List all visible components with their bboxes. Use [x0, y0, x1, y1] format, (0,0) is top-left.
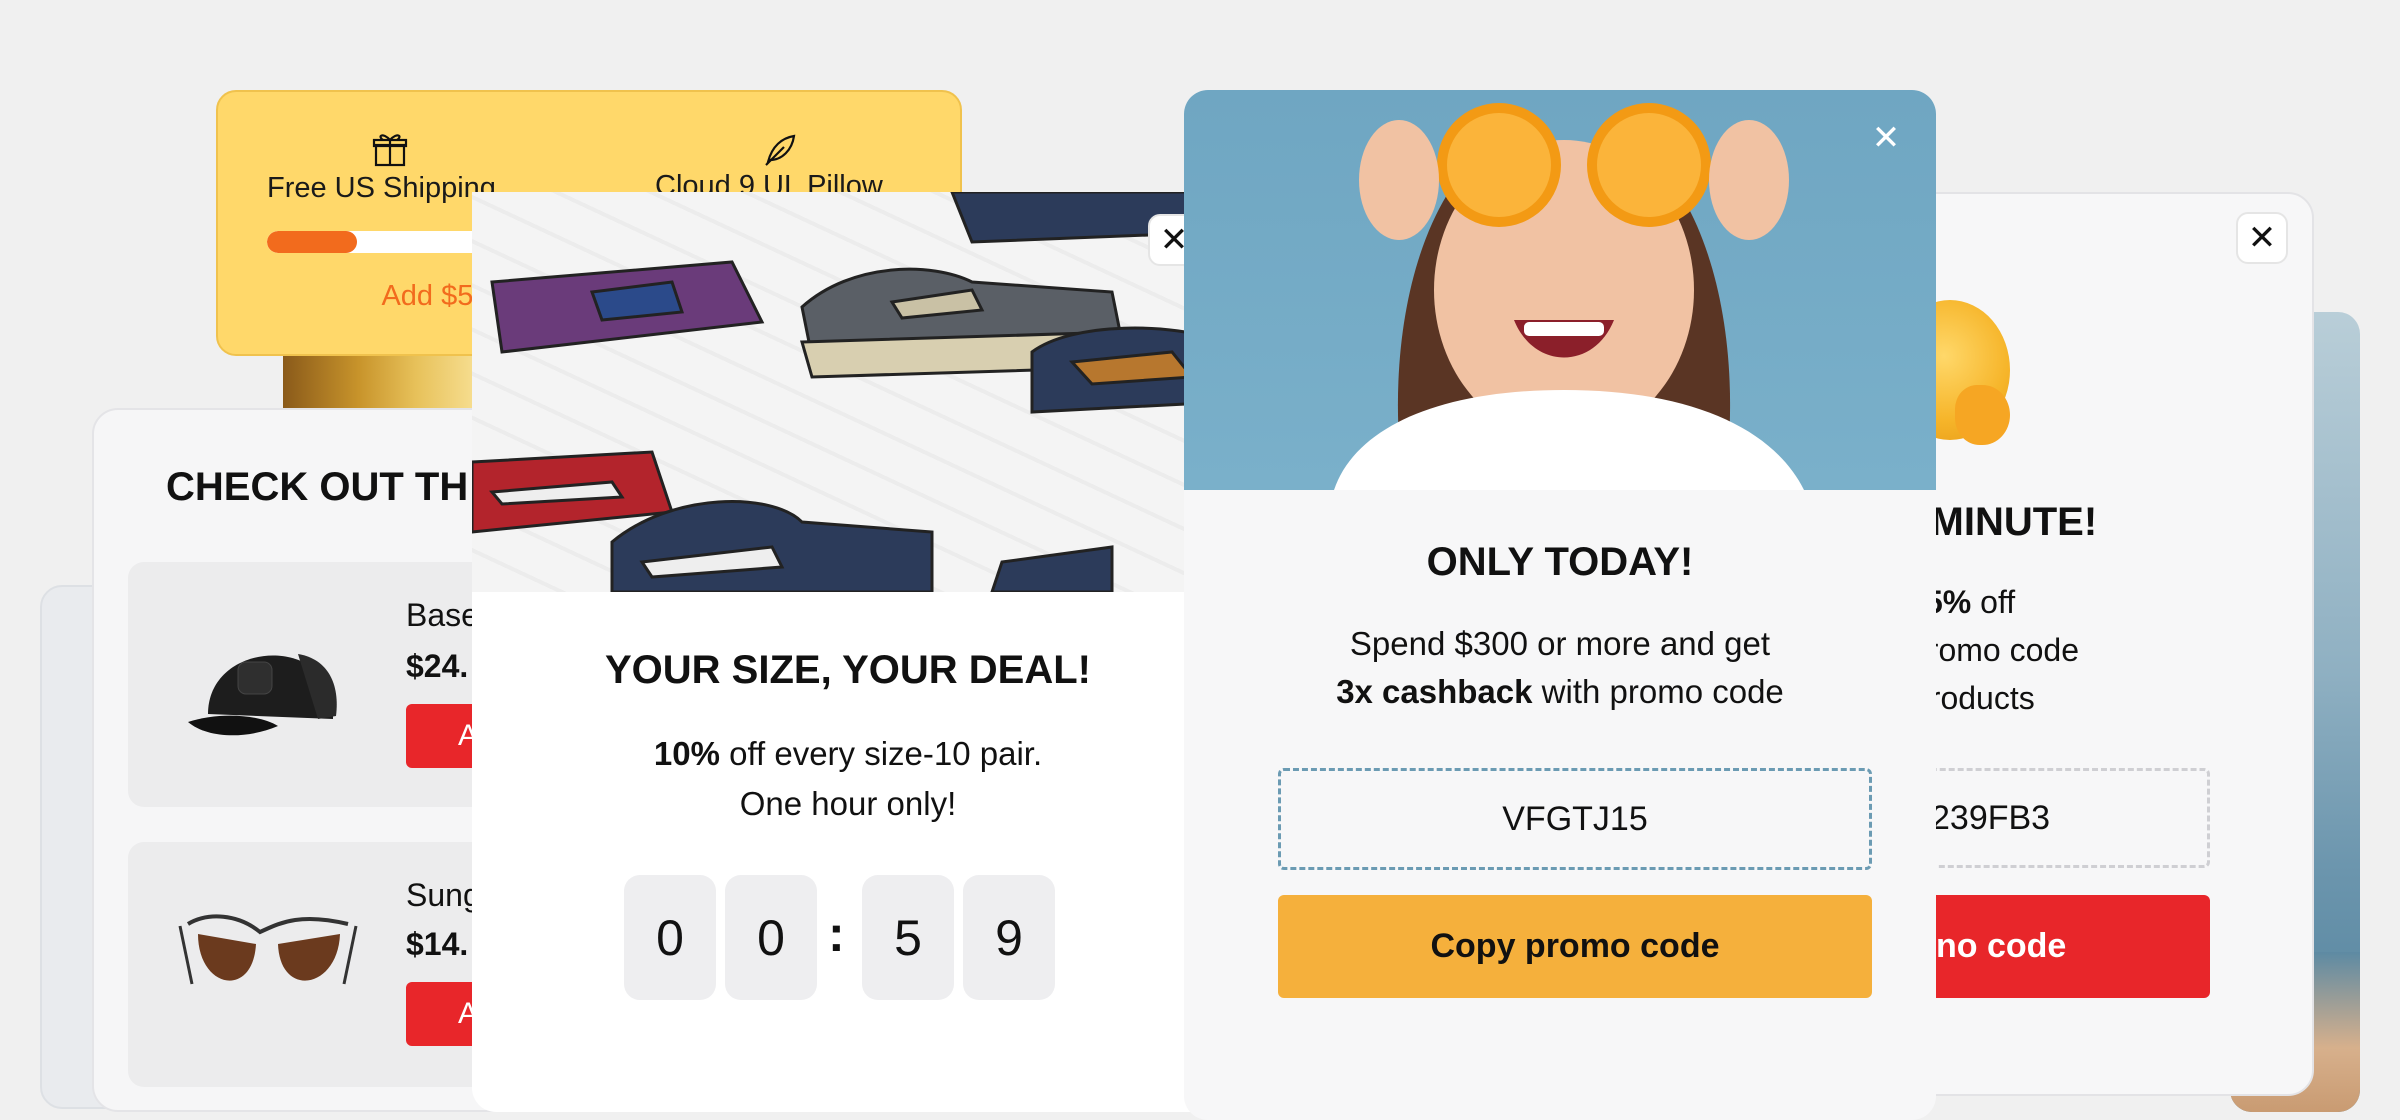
- orange-banner-image: [1184, 90, 1936, 490]
- orange-popup-title: ONLY TODAY!: [1426, 540, 1694, 584]
- orange-popup-line1: Spend $300 or more and get: [1349, 625, 1771, 662]
- red-popup-line1-rest: off: [1971, 584, 2016, 620]
- sunglasses-image: [178, 914, 358, 985]
- countdown-digit: 0: [725, 875, 817, 1000]
- orange-popup-close-button[interactable]: ✕: [1860, 112, 1912, 164]
- product-name: Sung: [406, 877, 481, 913]
- emoji-hand: [1955, 385, 2010, 445]
- product-price: $14.: [406, 926, 469, 962]
- orange-popup-line2-rest: with promo code: [1532, 673, 1784, 710]
- checkout-title: CHECK OUT TH: [166, 465, 469, 509]
- red-popup-close-button[interactable]: ✕: [2236, 212, 2288, 264]
- woman-with-oranges-photo: [1334, 103, 1804, 490]
- sneakers-illustration: [472, 192, 1224, 592]
- product-name: Base: [406, 597, 479, 633]
- sneaker-popup-discount: 10%: [653, 735, 720, 772]
- copy-promo-code-button[interactable]: Copy promo code: [1278, 895, 1872, 998]
- countdown-separator: :: [828, 906, 845, 962]
- sneaker-banner-image: [472, 192, 1224, 592]
- close-icon: ✕: [2247, 219, 2277, 257]
- countdown-digit: 5: [862, 875, 954, 1000]
- gift-icon: [372, 134, 408, 167]
- red-popup-line1: 5% off: [1925, 578, 2015, 626]
- baseball-cap-image: [188, 654, 337, 736]
- sneaker-popup-line1: 10% off every size-10 pair.: [472, 735, 1224, 773]
- countdown-digit: 9: [963, 875, 1055, 1000]
- shipping-progress-fill: [267, 231, 357, 253]
- sneaker-popup-title: YOUR SIZE, YOUR DEAL!: [605, 648, 1091, 692]
- close-icon: ✕: [1871, 119, 1901, 157]
- orange-popup-cashback: 3x cashback: [1336, 673, 1533, 710]
- orange-popup-line2: 3x cashback with promo code: [1184, 673, 1936, 711]
- free-shipping-label: Free US Shipping: [267, 172, 496, 204]
- sneaker-popup-line2: One hour only!: [739, 785, 957, 822]
- sneaker-popup-line1-rest: off every size-10 pair.: [719, 735, 1043, 772]
- product-price: $24.: [406, 648, 469, 684]
- orange-popup-promo-code[interactable]: VFGTJ15: [1278, 768, 1872, 870]
- countdown-digit: 0: [624, 875, 716, 1000]
- feather-icon: [765, 134, 796, 166]
